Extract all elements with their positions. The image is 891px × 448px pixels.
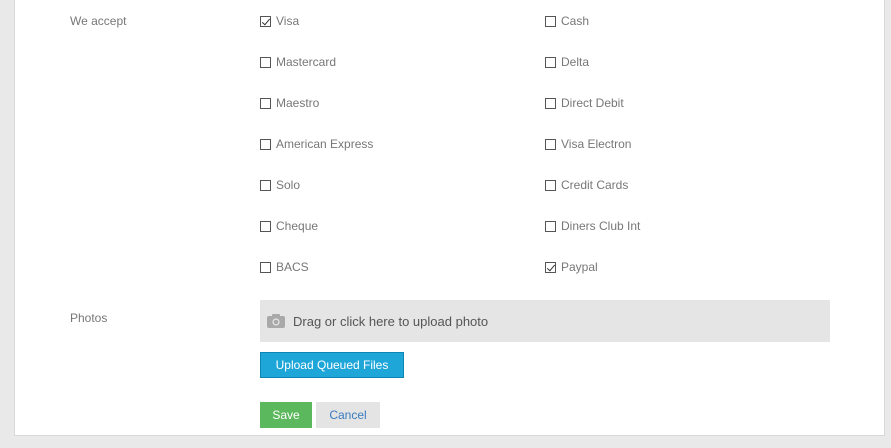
checkbox-box[interactable]	[545, 179, 556, 191]
upload-queued-files-button[interactable]: Upload Queued Files	[260, 352, 404, 378]
checkbox-label: Solo	[276, 178, 301, 192]
camera-icon	[267, 314, 285, 328]
checkbox-label: Mastercard	[276, 55, 337, 69]
checkbox-label: Cheque	[276, 219, 319, 233]
checkbox-box[interactable]	[260, 97, 271, 109]
checkbox-cash[interactable]: Cash	[545, 13, 589, 29]
checkbox-paypal[interactable]: Paypal	[545, 259, 598, 275]
checkbox-bacs[interactable]: BACS	[260, 259, 309, 275]
checkbox-label: Delta	[561, 55, 590, 69]
checkbox-visa-electron[interactable]: Visa Electron	[545, 136, 631, 152]
photos-label: Photos	[70, 311, 108, 325]
checkbox-box[interactable]	[545, 97, 556, 109]
photo-dropzone[interactable]: Drag or click here to upload photo	[260, 300, 830, 342]
checkbox-box[interactable]	[545, 261, 556, 273]
checkbox-label: Direct Debit	[561, 96, 624, 110]
checkbox-box[interactable]	[260, 179, 271, 191]
checkbox-box[interactable]	[260, 138, 271, 150]
checkbox-label: American Express	[276, 137, 374, 151]
we-accept-label: We accept	[70, 14, 127, 28]
save-button[interactable]: Save	[260, 402, 312, 428]
checkbox-maestro[interactable]: Maestro	[260, 95, 319, 111]
checkbox-direct-debit[interactable]: Direct Debit	[545, 95, 624, 111]
checkbox-label: Maestro	[276, 96, 320, 110]
checkbox-mastercard[interactable]: Mastercard	[260, 54, 336, 70]
checkbox-box[interactable]	[545, 56, 556, 68]
checkbox-american-express[interactable]: American Express	[260, 136, 373, 152]
checkbox-label: Visa Electron	[561, 137, 632, 151]
checkbox-visa[interactable]: Visa	[260, 13, 299, 29]
checkbox-label: Visa	[276, 14, 300, 28]
checkbox-box[interactable]	[545, 220, 556, 232]
dropzone-text: Drag or click here to upload photo	[293, 313, 489, 329]
checkbox-box[interactable]	[545, 138, 556, 150]
checkbox-box[interactable]	[260, 261, 271, 273]
checkbox-box[interactable]	[260, 56, 271, 68]
checkbox-diners-club-int[interactable]: Diners Club Int	[545, 218, 640, 234]
checkbox-label: Cash	[561, 14, 590, 28]
checkbox-cheque[interactable]: Cheque	[260, 218, 318, 234]
checkbox-box[interactable]	[260, 15, 271, 27]
checkbox-delta[interactable]: Delta	[545, 54, 589, 70]
checkbox-label: Paypal	[561, 260, 598, 274]
checkbox-solo[interactable]: Solo	[260, 177, 300, 193]
checkbox-box[interactable]	[260, 220, 271, 232]
checkbox-credit-cards[interactable]: Credit Cards	[545, 177, 628, 193]
form-panel: We accept Visa Mastercard Maestro Americ…	[14, 0, 885, 436]
checkbox-label: Credit Cards	[561, 178, 629, 192]
checkbox-label: BACS	[276, 260, 309, 274]
cancel-button[interactable]: Cancel	[316, 402, 380, 428]
checkbox-label: Diners Club Int	[561, 219, 641, 233]
checkbox-box[interactable]	[545, 15, 556, 27]
